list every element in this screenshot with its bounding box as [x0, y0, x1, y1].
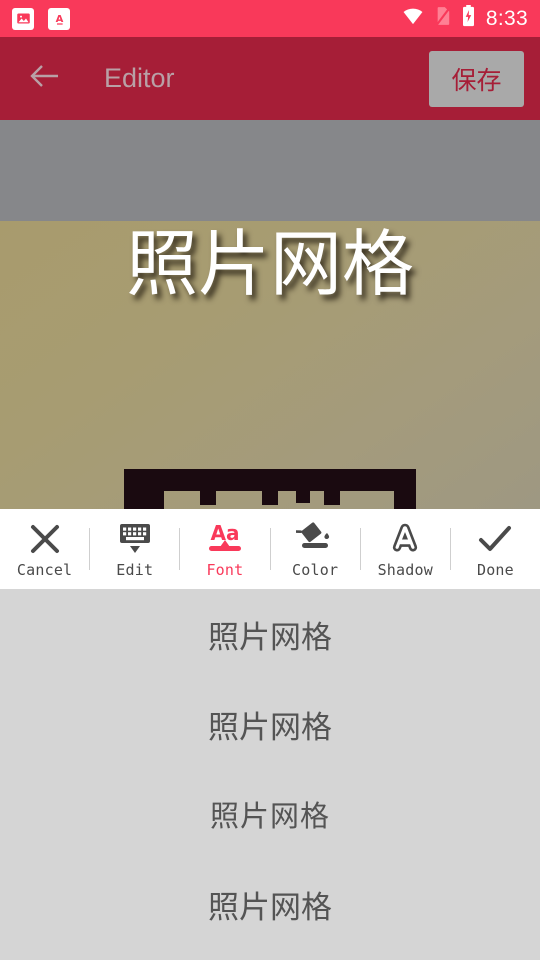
toolbar-item-font[interactable]: Aa Font [180, 509, 269, 589]
toolbar-label-cancel: Cancel [16, 560, 73, 579]
app-bar: Editor 保存 [0, 37, 540, 120]
arrow-back-icon [29, 62, 61, 95]
app-a-notification-icon: A [48, 7, 70, 30]
battery-charging-icon [462, 5, 475, 32]
overlay-text[interactable]: 照片网格 [0, 226, 540, 303]
list-item[interactable]: 照片网格 [0, 679, 540, 769]
status-bar: A 8:33 [0, 0, 540, 37]
no-sim-card-icon [435, 6, 451, 31]
wifi-icon [402, 7, 424, 30]
paint-bucket-icon [296, 520, 334, 558]
close-icon [28, 520, 62, 558]
toolbar-label-font: Font [206, 560, 244, 579]
toolbar-label-shadow: Shadow [377, 560, 433, 579]
status-bar-clock: 8:33 [485, 6, 528, 30]
toolbar-label-edit: Edit [116, 560, 154, 579]
list-item[interactable]: 照片网格 [0, 589, 540, 679]
status-bar-notifications: A [12, 7, 70, 30]
toolbar-item-done[interactable]: Done [451, 509, 540, 589]
back-button[interactable] [22, 56, 68, 102]
toolbar-label-done: Done [476, 560, 514, 579]
check-icon [476, 520, 514, 558]
page-title: Editor [104, 63, 175, 93]
toolbar-item-cancel[interactable]: Cancel [0, 509, 89, 589]
font-aa-icon: Aa [205, 520, 245, 558]
toolbar-item-edit[interactable]: Edit [90, 509, 179, 589]
editor-canvas[interactable]: 照片网格 [0, 120, 540, 509]
toolbar-item-color[interactable]: Color [271, 509, 360, 589]
photo-preview[interactable]: 照片网格 [0, 221, 540, 509]
toolbar-item-shadow[interactable]: Shadow [361, 509, 450, 589]
toolbar-label-color: Color [292, 560, 339, 579]
keyboard-hide-icon [117, 520, 153, 558]
list-item[interactable]: 照片网格 [0, 769, 540, 859]
decorative-frame-sticker[interactable] [124, 469, 416, 509]
font-picker-list[interactable]: 照片网格 照片网格 照片网格 照片网格 [0, 589, 540, 960]
list-item[interactable]: 照片网格 [0, 859, 540, 949]
status-bar-system-icons: 8:33 [402, 5, 528, 32]
canvas-background-band [0, 120, 540, 221]
letter-a-outline-icon [387, 520, 423, 558]
save-button[interactable]: 保存 [429, 50, 524, 107]
gallery-notification-icon [12, 7, 34, 30]
editor-toolbar: Cancel Edit Aa Font Color Shadow Done [0, 509, 540, 589]
